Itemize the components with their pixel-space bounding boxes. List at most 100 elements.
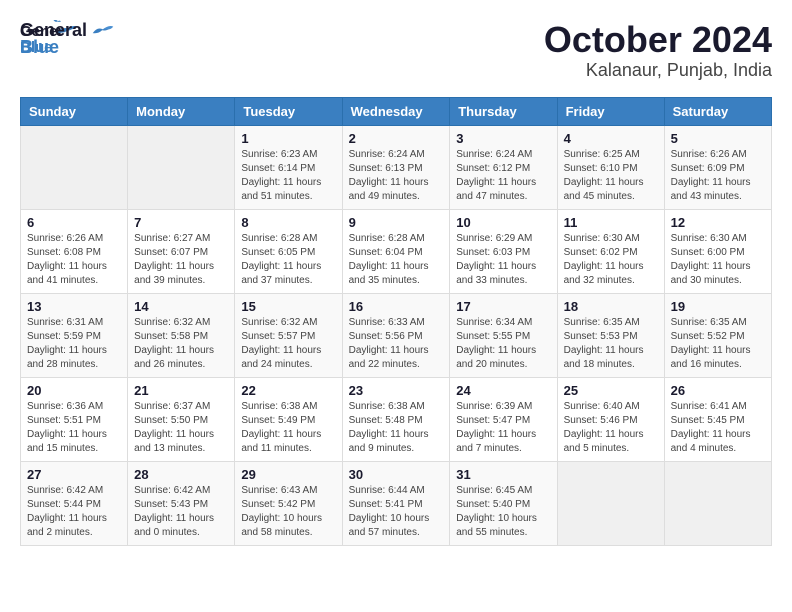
- weekday-header: Thursday: [450, 97, 557, 125]
- day-info: Sunrise: 6:35 AMSunset: 5:52 PMDaylight:…: [671, 316, 765, 372]
- day-info: Sunrise: 6:42 AMSunset: 5:44 PMDaylight:…: [27, 484, 121, 540]
- day-info: Sunrise: 6:37 AMSunset: 5:50 PMDaylight:…: [134, 400, 228, 456]
- day-info: Sunrise: 6:39 AMSunset: 5:47 PMDaylight:…: [456, 400, 550, 456]
- day-number: 21: [134, 383, 228, 398]
- day-number: 26: [671, 383, 765, 398]
- day-number: 5: [671, 131, 765, 146]
- day-number: 12: [671, 215, 765, 230]
- day-info: Sunrise: 6:24 AMSunset: 6:13 PMDaylight:…: [349, 148, 444, 204]
- calendar-cell: 21 Sunrise: 6:37 AMSunset: 5:50 PMDayligh…: [128, 377, 235, 461]
- day-info: Sunrise: 6:36 AMSunset: 5:51 PMDaylight:…: [27, 400, 121, 456]
- day-info: Sunrise: 6:40 AMSunset: 5:46 PMDaylight:…: [564, 400, 658, 456]
- weekday-header: Wednesday: [342, 97, 450, 125]
- day-info: Sunrise: 6:24 AMSunset: 6:12 PMDaylight:…: [456, 148, 550, 204]
- calendar-cell: 10Sunrise: 6:29 AMSunset: 6:03 PMDayligh…: [450, 209, 557, 293]
- day-number: 17: [456, 299, 550, 314]
- day-number: 28: [134, 467, 228, 482]
- day-number: 8: [241, 215, 335, 230]
- day-number: 31: [456, 467, 550, 482]
- day-number: 15: [241, 299, 335, 314]
- day-number: 11: [564, 215, 658, 230]
- logo-blue: Blue: [20, 37, 117, 58]
- calendar-cell: 30Sunrise: 6:44 AMSunset: 5:41 PMDayligh…: [342, 461, 450, 545]
- day-info: Sunrise: 6:32 AMSunset: 5:57 PMDaylight:…: [241, 316, 335, 372]
- calendar-cell: 22Sunrise: 6:38 AMSunset: 5:49 PMDayligh…: [235, 377, 342, 461]
- day-number: 6: [27, 215, 121, 230]
- day-number: 27: [27, 467, 121, 482]
- calendar-cell: 29 Sunrise: 6:43 AMSunset: 5:42 PMDayligh…: [235, 461, 342, 545]
- calendar-cell: 28 Sunrise: 6:42 AMSunset: 5:43 PMDayligh…: [128, 461, 235, 545]
- calendar-cell: 20 Sunrise: 6:36 AMSunset: 5:51 PMDayligh…: [21, 377, 128, 461]
- calendar-cell: 9 Sunrise: 6:28 AMSunset: 6:04 PMDaylight…: [342, 209, 450, 293]
- day-info: Sunrise: 6:28 AMSunset: 6:04 PMDaylight:…: [349, 232, 444, 288]
- day-info: Sunrise: 6:31 AMSunset: 5:59 PMDaylight:…: [27, 316, 121, 372]
- day-number: 25: [564, 383, 658, 398]
- calendar-week-row: 13 Sunrise: 6:31 AMSunset: 5:59 PMDayligh…: [21, 293, 772, 377]
- day-info: Sunrise: 6:38 AMSunset: 5:48 PMDaylight:…: [349, 400, 444, 456]
- calendar-cell: 8 Sunrise: 6:28 AMSunset: 6:05 PMDaylight…: [235, 209, 342, 293]
- day-info: Sunrise: 6:30 AMSunset: 6:02 PMDaylight:…: [564, 232, 658, 288]
- calendar-cell: 13 Sunrise: 6:31 AMSunset: 5:59 PMDayligh…: [21, 293, 128, 377]
- day-info: Sunrise: 6:43 AMSunset: 5:42 PMDaylight:…: [241, 484, 335, 540]
- calendar-cell: 26 Sunrise: 6:41 AMSunset: 5:45 PMDayligh…: [664, 377, 771, 461]
- location-subtitle: Kalanaur, Punjab, India: [544, 60, 772, 81]
- day-number: 16: [349, 299, 444, 314]
- day-number: 4: [564, 131, 658, 146]
- calendar-cell: 25 Sunrise: 6:40 AMSunset: 5:46 PMDayligh…: [557, 377, 664, 461]
- day-number: 9: [349, 215, 444, 230]
- calendar-week-row: 20 Sunrise: 6:36 AMSunset: 5:51 PMDayligh…: [21, 377, 772, 461]
- calendar-cell: [664, 461, 771, 545]
- page-header: General Blue October 2024 Kalanaur, Punj…: [20, 20, 772, 81]
- calendar-cell: 23 Sunrise: 6:38 AMSunset: 5:48 PMDayligh…: [342, 377, 450, 461]
- calendar-cell: [557, 461, 664, 545]
- calendar-cell: [128, 125, 235, 209]
- day-info: Sunrise: 6:38 AMSunset: 5:49 PMDaylight:…: [241, 400, 335, 456]
- day-number: 18: [564, 299, 658, 314]
- calendar-cell: 14Sunrise: 6:32 AMSunset: 5:58 PMDayligh…: [128, 293, 235, 377]
- calendar-cell: 16Sunrise: 6:33 AMSunset: 5:56 PMDayligh…: [342, 293, 450, 377]
- calendar-cell: 4 Sunrise: 6:25 AMSunset: 6:10 PMDaylight…: [557, 125, 664, 209]
- calendar-cell: 27 Sunrise: 6:42 AMSunset: 5:44 PMDayligh…: [21, 461, 128, 545]
- month-title: October 2024: [544, 20, 772, 60]
- logo-block: General Blue: [20, 20, 117, 58]
- calendar-cell: 12 Sunrise: 6:30 AMSunset: 6:00 PMDayligh…: [664, 209, 771, 293]
- day-number: 14: [134, 299, 228, 314]
- calendar-cell: 17Sunrise: 6:34 AMSunset: 5:55 PMDayligh…: [450, 293, 557, 377]
- day-number: 13: [27, 299, 121, 314]
- calendar-cell: 31 Sunrise: 6:45 AMSunset: 5:40 PMDayligh…: [450, 461, 557, 545]
- weekday-header-row: SundayMondayTuesdayWednesdayThursdayFrid…: [21, 97, 772, 125]
- day-number: 1: [241, 131, 335, 146]
- calendar-week-row: 27 Sunrise: 6:42 AMSunset: 5:44 PMDayligh…: [21, 461, 772, 545]
- day-number: 23: [349, 383, 444, 398]
- day-info: Sunrise: 6:30 AMSunset: 6:00 PMDaylight:…: [671, 232, 765, 288]
- day-info: Sunrise: 6:44 AMSunset: 5:41 PMDaylight:…: [349, 484, 444, 540]
- day-number: 29: [241, 467, 335, 482]
- day-number: 7: [134, 215, 228, 230]
- calendar-table: SundayMondayTuesdayWednesdayThursdayFrid…: [20, 97, 772, 546]
- day-info: Sunrise: 6:35 AMSunset: 5:53 PMDaylight:…: [564, 316, 658, 372]
- weekday-header: Sunday: [21, 97, 128, 125]
- day-number: 10: [456, 215, 550, 230]
- day-info: Sunrise: 6:26 AMSunset: 6:08 PMDaylight:…: [27, 232, 121, 288]
- title-block: October 2024 Kalanaur, Punjab, India: [544, 20, 772, 81]
- calendar-cell: 15 Sunrise: 6:32 AMSunset: 5:57 PMDayligh…: [235, 293, 342, 377]
- day-info: Sunrise: 6:41 AMSunset: 5:45 PMDaylight:…: [671, 400, 765, 456]
- calendar-cell: 11 Sunrise: 6:30 AMSunset: 6:02 PMDayligh…: [557, 209, 664, 293]
- weekday-header: Friday: [557, 97, 664, 125]
- day-number: 24: [456, 383, 550, 398]
- day-number: 2: [349, 131, 444, 146]
- day-number: 19: [671, 299, 765, 314]
- calendar-cell: 2 Sunrise: 6:24 AMSunset: 6:13 PMDaylight…: [342, 125, 450, 209]
- day-info: Sunrise: 6:45 AMSunset: 5:40 PMDaylight:…: [456, 484, 550, 540]
- day-number: 20: [27, 383, 121, 398]
- day-info: Sunrise: 6:42 AMSunset: 5:43 PMDaylight:…: [134, 484, 228, 540]
- calendar-week-row: 6 Sunrise: 6:26 AMSunset: 6:08 PMDaylight…: [21, 209, 772, 293]
- day-info: Sunrise: 6:26 AMSunset: 6:09 PMDaylight:…: [671, 148, 765, 204]
- calendar-cell: 3Sunrise: 6:24 AMSunset: 6:12 PMDaylight…: [450, 125, 557, 209]
- day-info: Sunrise: 6:23 AMSunset: 6:14 PMDaylight:…: [241, 148, 335, 204]
- calendar-cell: 18 Sunrise: 6:35 AMSunset: 5:53 PMDayligh…: [557, 293, 664, 377]
- day-info: Sunrise: 6:27 AMSunset: 6:07 PMDaylight:…: [134, 232, 228, 288]
- day-info: Sunrise: 6:28 AMSunset: 6:05 PMDaylight:…: [241, 232, 335, 288]
- day-info: Sunrise: 6:25 AMSunset: 6:10 PMDaylight:…: [564, 148, 658, 204]
- calendar-cell: 24 Sunrise: 6:39 AMSunset: 5:47 PMDayligh…: [450, 377, 557, 461]
